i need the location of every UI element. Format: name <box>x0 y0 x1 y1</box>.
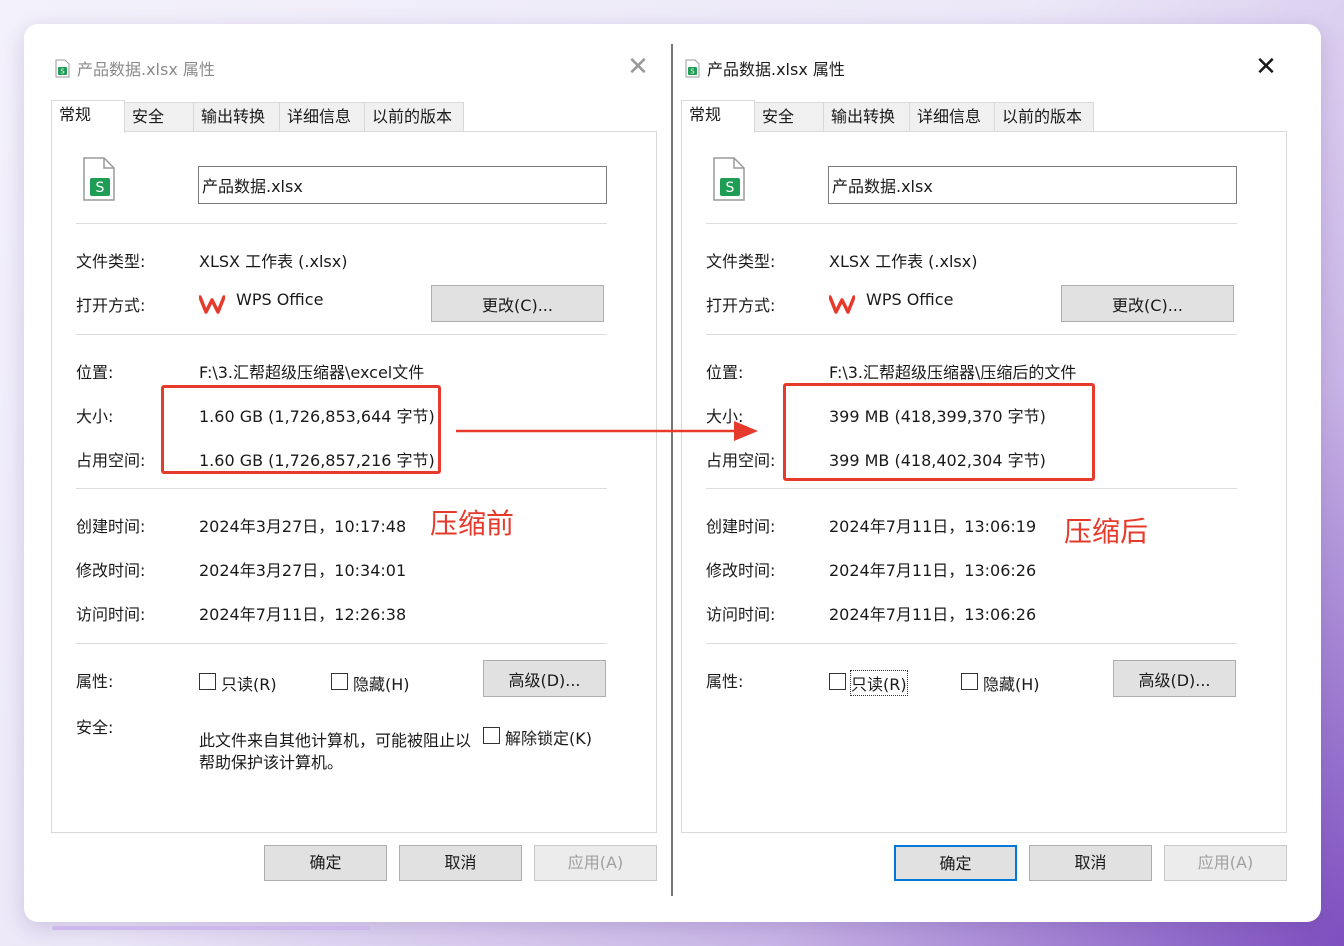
readonly-checkbox[interactable] <box>199 673 216 690</box>
created-value: 2024年7月11日，13:06:19 <box>829 517 1037 536</box>
attributes-label: 属性: <box>706 672 744 691</box>
apply-button[interactable]: 应用(A) <box>1164 845 1287 881</box>
open-with-label: 打开方式: <box>76 296 146 315</box>
tab-details[interactable]: 详细信息 <box>279 102 365 132</box>
dialog-title: 产品数据.xlsx 属性 <box>77 60 215 79</box>
divider <box>76 223 607 224</box>
accessed-label: 访问时间: <box>706 605 776 624</box>
accessed-value: 2024年7月11日，12:26:38 <box>199 605 407 624</box>
title-bar: S 产品数据.xlsx 属性 ✕ <box>673 44 1295 94</box>
title-bar: S 产品数据.xlsx 属性 ✕ <box>43 44 667 94</box>
general-panel: S 文件类型: XLSX 工作表 (.xlsx) 打开方式: WPS Offic… <box>51 131 657 833</box>
file-type-label: 文件类型: <box>706 252 776 271</box>
open-with-label: 打开方式: <box>706 296 776 315</box>
readonly-checkbox[interactable] <box>829 673 846 690</box>
readonly-label: 只读(R) <box>850 670 908 696</box>
modified-value: 2024年3月27日，10:34:01 <box>199 561 407 580</box>
general-panel: S 文件类型: XLSX 工作表 (.xlsx) 打开方式: WPS Offic… <box>681 131 1287 833</box>
readonly-label: 只读(R) <box>221 675 277 694</box>
hidden-checkbox[interactable] <box>331 673 348 690</box>
modified-label: 修改时间: <box>706 561 776 580</box>
size-highlight-box-after <box>783 383 1095 481</box>
dialog-title: 产品数据.xlsx 属性 <box>707 60 845 79</box>
file-name-input[interactable] <box>198 166 607 204</box>
file-type-label: 文件类型: <box>76 252 146 271</box>
svg-text:S: S <box>690 68 695 76</box>
comparison-arrow-icon <box>456 421 758 441</box>
hidden-label: 隐藏(H) <box>983 675 1040 694</box>
cancel-button[interactable]: 取消 <box>1029 845 1152 881</box>
excel-file-icon: S <box>713 157 745 201</box>
tab-previous-versions[interactable]: 以前的版本 <box>364 102 464 132</box>
modified-value: 2024年7月11日，13:06:26 <box>829 561 1037 580</box>
accessed-label: 访问时间: <box>76 605 146 624</box>
tab-details[interactable]: 详细信息 <box>909 102 995 132</box>
divider <box>76 334 607 335</box>
divider <box>76 488 607 489</box>
created-value: 2024年3月27日，10:17:48 <box>199 517 407 536</box>
advanced-button[interactable]: 高级(D)... <box>483 660 606 697</box>
svg-text:S: S <box>726 180 735 196</box>
security-label: 安全: <box>76 718 114 737</box>
file-type-value: XLSX 工作表 (.xlsx) <box>199 252 348 271</box>
modified-label: 修改时间: <box>76 561 146 580</box>
tab-security[interactable]: 安全 <box>124 102 194 132</box>
tab-general[interactable]: 常规 <box>681 100 755 133</box>
apply-button[interactable]: 应用(A) <box>534 845 657 881</box>
decorative-underline <box>52 926 370 930</box>
close-icon[interactable]: ✕ <box>1251 52 1281 82</box>
unblock-label: 解除锁定(K) <box>505 729 592 748</box>
annotation-before-compression: 压缩前 <box>430 507 515 540</box>
tab-previous-versions[interactable]: 以前的版本 <box>994 102 1094 132</box>
hidden-checkbox[interactable] <box>961 673 978 690</box>
svg-text:S: S <box>60 68 65 76</box>
excel-file-icon: S <box>685 59 700 78</box>
advanced-button[interactable]: 高级(D)... <box>1113 660 1236 697</box>
attributes-label: 属性: <box>76 672 114 691</box>
svg-text:S: S <box>96 180 105 196</box>
file-name-input[interactable] <box>828 166 1237 204</box>
tab-general[interactable]: 常规 <box>51 100 125 133</box>
security-message: 此文件来自其他计算机，可能被阻止以帮助保护该计算机。 <box>199 731 472 772</box>
wps-icon <box>199 295 225 314</box>
change-button[interactable]: 更改(C)... <box>431 285 604 322</box>
change-button[interactable]: 更改(C)... <box>1061 285 1234 322</box>
divider <box>706 643 1237 644</box>
ok-button[interactable]: 确定 <box>894 845 1017 881</box>
accessed-value: 2024年7月11日，13:06:26 <box>829 605 1037 624</box>
size-on-disk-label: 占用空间: <box>76 451 146 470</box>
location-value: F:\3.汇帮超级压缩器\压缩后的文件 <box>829 363 1077 382</box>
wps-icon <box>829 295 855 314</box>
divider <box>706 488 1237 489</box>
size-highlight-box-before <box>161 385 441 474</box>
created-label: 创建时间: <box>706 517 776 536</box>
annotation-after-compression: 压缩后 <box>1064 515 1149 548</box>
created-label: 创建时间: <box>76 517 146 536</box>
file-type-value: XLSX 工作表 (.xlsx) <box>829 252 978 271</box>
location-value: F:\3.汇帮超级压缩器\excel文件 <box>199 363 425 382</box>
close-icon[interactable]: ✕ <box>623 52 653 82</box>
divider <box>76 643 607 644</box>
ok-button[interactable]: 确定 <box>264 845 387 881</box>
hidden-label: 隐藏(H) <box>353 675 410 694</box>
unblock-checkbox[interactable] <box>483 727 500 744</box>
excel-file-icon: S <box>83 157 115 201</box>
open-with-app: WPS Office <box>866 290 954 309</box>
cancel-button[interactable]: 取消 <box>399 845 522 881</box>
size-label: 大小: <box>76 407 114 426</box>
size-on-disk-label: 占用空间: <box>706 451 776 470</box>
location-label: 位置: <box>76 363 114 382</box>
divider <box>706 334 1237 335</box>
open-with-app: WPS Office <box>236 290 324 309</box>
excel-file-icon: S <box>55 59 70 78</box>
tab-output-convert[interactable]: 输出转换 <box>193 102 280 132</box>
location-label: 位置: <box>706 363 744 382</box>
tab-output-convert[interactable]: 输出转换 <box>823 102 910 132</box>
tab-security[interactable]: 安全 <box>754 102 824 132</box>
divider <box>706 223 1237 224</box>
